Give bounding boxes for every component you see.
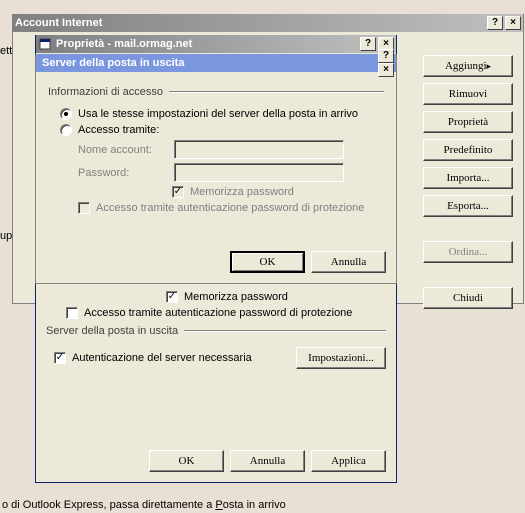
logon-using-radio[interactable] (60, 124, 72, 136)
default-button[interactable]: Predefinito (423, 139, 513, 161)
remember-password-label: Memorizza password (184, 291, 288, 303)
import-button[interactable]: Importa... (423, 167, 513, 189)
close-icon[interactable]: × (505, 16, 521, 30)
auth-required-checkbox[interactable] (54, 352, 66, 364)
help-icon[interactable]: ? (378, 49, 394, 63)
spa-label: Accesso tramite autenticazione password … (96, 202, 364, 214)
group-line (169, 91, 384, 93)
order-button[interactable]: Ordina... (423, 241, 513, 263)
account-sidebar: Aggiungi Rimuovi Proprietà Predefinito I… (423, 55, 513, 309)
footer-text: o di Outlook Express, passa direttamente… (2, 499, 286, 511)
password-field (174, 163, 344, 182)
smtp-titlebar: Server della posta in uscita ? × (36, 54, 396, 72)
inbox-link-rest[interactable]: osta in arrivo (223, 499, 286, 511)
ok-button[interactable]: OK (230, 251, 305, 273)
group-line (184, 330, 386, 332)
window-icon (38, 37, 52, 51)
remove-button[interactable]: Rimuovi (423, 83, 513, 105)
apply-button[interactable]: Applica (311, 450, 386, 472)
account-internet-title: Account Internet (15, 17, 487, 29)
inbox-link-letter[interactable]: P (215, 499, 222, 511)
close-icon[interactable]: × (378, 63, 394, 77)
account-name-field (174, 140, 344, 159)
fragment-text: ett (0, 45, 12, 57)
remember-password-checkbox (172, 186, 184, 198)
properties-button[interactable]: Proprietà (423, 111, 513, 133)
settings-button[interactable]: Impostazioni... (296, 347, 386, 369)
fragment-text: up (0, 230, 12, 242)
account-name-label: Nome account: (78, 144, 168, 156)
password-label: Password: (78, 167, 168, 179)
cancel-button[interactable]: Annulla (230, 450, 305, 472)
logon-info-label: Informazioni di accesso (48, 86, 163, 98)
account-internet-titlebar: Account Internet ? × (13, 14, 523, 32)
export-button[interactable]: Esporta... (423, 195, 513, 217)
ok-button[interactable]: OK (149, 450, 224, 472)
cancel-button[interactable]: Annulla (311, 251, 386, 273)
smtp-dialog: Server della posta in uscita ? × Informa… (35, 54, 397, 284)
outgoing-group-label: Server della posta in uscita (46, 325, 178, 337)
smtp-title: Server della posta in uscita (42, 57, 378, 69)
spa-checkbox (78, 202, 90, 214)
spa-label: Accesso tramite autenticazione password … (84, 307, 352, 319)
properties-title: Proprietà - mail.ormag.net (56, 38, 360, 50)
close-button[interactable]: Chiudi (423, 287, 513, 309)
remember-password-label: Memorizza password (190, 186, 294, 198)
auth-required-label: Autenticazione del server necessaria (72, 352, 252, 364)
use-same-radio[interactable] (60, 108, 72, 120)
logon-using-label: Accesso tramite: (78, 124, 159, 136)
remember-password-checkbox[interactable] (166, 291, 178, 303)
help-icon[interactable]: ? (360, 37, 376, 51)
properties-titlebar: Proprietà - mail.ormag.net ? × (36, 35, 396, 53)
use-same-label: Usa le stesse impostazioni del server de… (78, 108, 358, 120)
add-button[interactable]: Aggiungi (423, 55, 513, 77)
help-icon[interactable]: ? (487, 16, 503, 30)
spa-checkbox[interactable] (66, 307, 78, 319)
